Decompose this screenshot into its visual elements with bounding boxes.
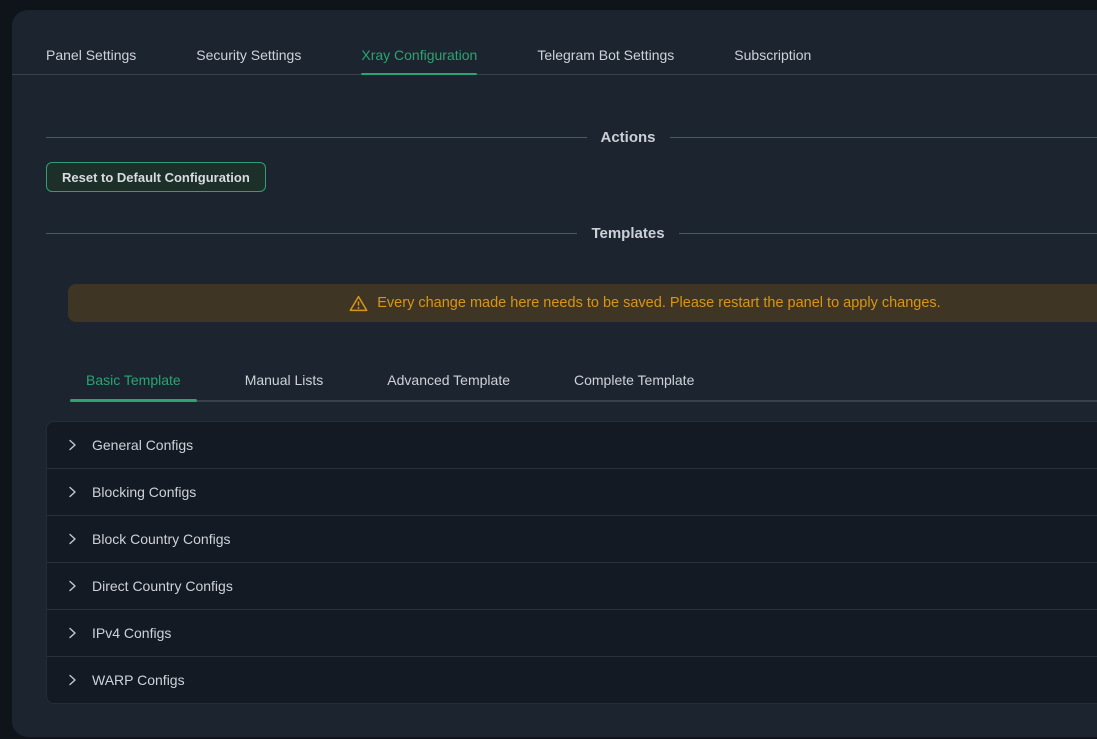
accordion-item-label: WARP Configs	[92, 672, 185, 688]
settings-tab-bar: Panel Settings Security Settings Xray Co…	[12, 35, 1097, 75]
chevron-right-icon	[67, 580, 78, 592]
divider-line-left	[46, 137, 587, 138]
reset-to-default-button[interactable]: Reset to Default Configuration	[46, 162, 266, 192]
configs-accordion: General Configs Blocking Configs Block C…	[46, 421, 1097, 704]
accordion-item-blocking-configs[interactable]: Blocking Configs	[47, 468, 1097, 515]
tab-basic-template[interactable]: Basic Template	[70, 360, 197, 400]
accordion-item-block-country-configs[interactable]: Block Country Configs	[47, 515, 1097, 562]
tab-xray-configuration[interactable]: Xray Configuration	[361, 35, 477, 74]
settings-card: Panel Settings Security Settings Xray Co…	[12, 10, 1097, 737]
chevron-right-icon	[67, 674, 78, 686]
actions-section-title: Actions	[601, 129, 656, 146]
accordion-item-label: IPv4 Configs	[92, 625, 171, 641]
tab-security-settings[interactable]: Security Settings	[196, 35, 301, 74]
warning-triangle-icon	[349, 295, 368, 312]
accordion-item-label: General Configs	[92, 437, 193, 453]
accordion-item-direct-country-configs[interactable]: Direct Country Configs	[47, 562, 1097, 609]
divider-line-left	[46, 233, 577, 234]
tab-telegram-bot-settings[interactable]: Telegram Bot Settings	[537, 35, 674, 74]
accordion-item-label: Direct Country Configs	[92, 578, 233, 594]
accordion-item-warp-configs[interactable]: WARP Configs	[47, 656, 1097, 703]
accordion-item-label: Blocking Configs	[92, 484, 196, 500]
templates-section-title: Templates	[591, 225, 664, 242]
accordion-item-ipv4-configs[interactable]: IPv4 Configs	[47, 609, 1097, 656]
tab-subscription[interactable]: Subscription	[734, 35, 811, 74]
divider-line-right	[670, 137, 1097, 138]
templates-divider: Templates	[12, 223, 1097, 243]
chevron-right-icon	[67, 486, 78, 498]
accordion-item-general-configs[interactable]: General Configs	[47, 422, 1097, 468]
accordion-item-label: Block Country Configs	[92, 531, 231, 547]
template-tab-bar: Basic Template Manual Lists Advanced Tem…	[70, 360, 1097, 402]
warning-message: Every change made here needs to be saved…	[377, 295, 940, 311]
divider-line-right	[679, 233, 1097, 234]
tab-manual-lists[interactable]: Manual Lists	[229, 360, 340, 400]
restart-warning-alert: Every change made here needs to be saved…	[68, 284, 1097, 322]
chevron-right-icon	[67, 627, 78, 639]
tab-advanced-template[interactable]: Advanced Template	[371, 360, 526, 400]
actions-divider: Actions	[12, 127, 1097, 147]
chevron-right-icon	[67, 439, 78, 451]
tab-complete-template[interactable]: Complete Template	[558, 360, 710, 400]
chevron-right-icon	[67, 533, 78, 545]
tab-panel-settings[interactable]: Panel Settings	[46, 35, 136, 74]
